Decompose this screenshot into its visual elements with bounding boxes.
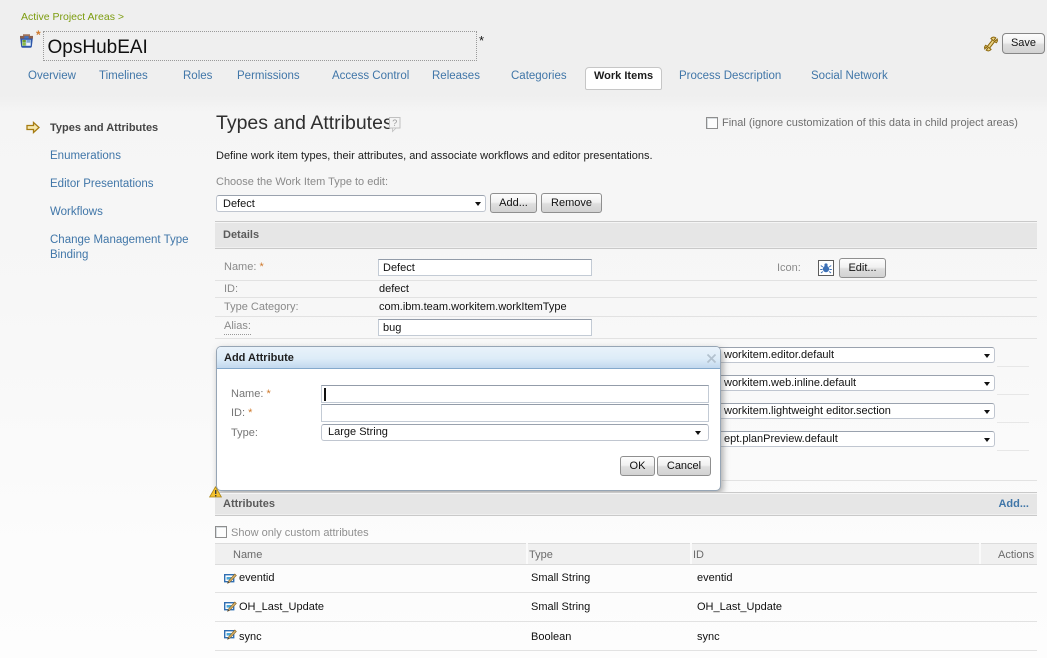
svg-text:?: ? <box>392 118 397 128</box>
